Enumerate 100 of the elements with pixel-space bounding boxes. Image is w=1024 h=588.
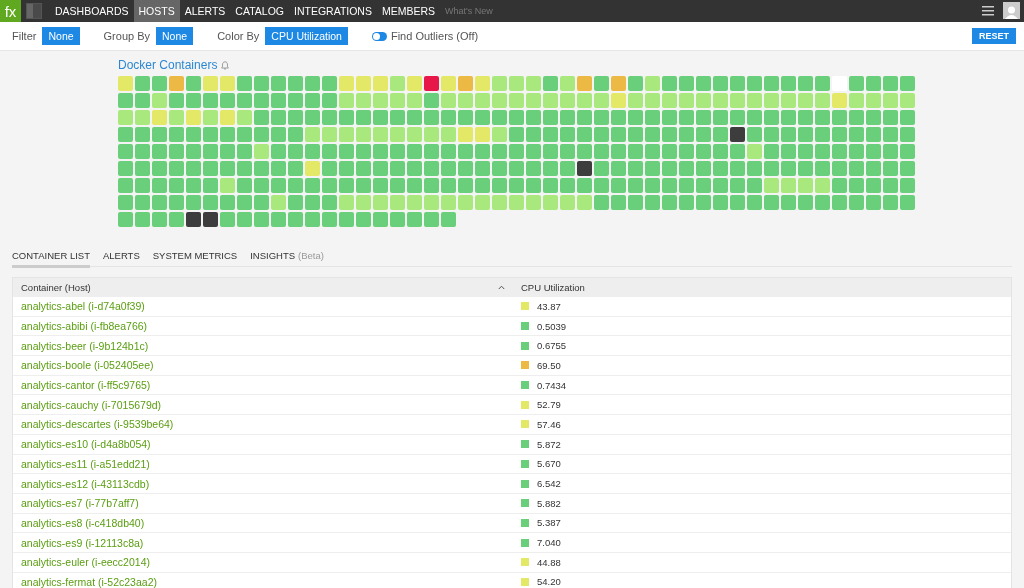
heatmap-cell[interactable] — [798, 144, 813, 159]
container-link[interactable]: analytics-euler (i-eecc2014) — [13, 556, 150, 569]
heatmap-cell[interactable] — [798, 110, 813, 125]
heatmap-cell[interactable] — [543, 110, 558, 125]
heatmap-cell[interactable] — [186, 93, 201, 108]
heatmap-cell[interactable] — [407, 127, 422, 142]
heatmap-cell[interactable] — [645, 178, 660, 193]
heatmap-cell[interactable] — [169, 178, 184, 193]
heatmap-cell[interactable] — [288, 195, 303, 210]
heatmap-cell[interactable] — [118, 127, 133, 142]
heatmap-cell[interactable] — [509, 161, 524, 176]
heatmap-cell[interactable] — [254, 161, 269, 176]
heatmap-cell[interactable] — [560, 195, 575, 210]
heatmap-cell[interactable] — [152, 110, 167, 125]
heatmap-cell[interactable] — [169, 127, 184, 142]
heatmap-cell[interactable] — [798, 76, 813, 91]
container-link[interactable]: analytics-es9 (i-12113c8a) — [13, 536, 144, 549]
heatmap-cell[interactable] — [849, 93, 864, 108]
heatmap-cell[interactable] — [594, 76, 609, 91]
heatmap-cell[interactable] — [611, 178, 626, 193]
heatmap-cell[interactable] — [475, 161, 490, 176]
heatmap-cell[interactable] — [339, 195, 354, 210]
heatmap-cell[interactable] — [628, 144, 643, 159]
heatmap-cell[interactable] — [441, 110, 456, 125]
heatmap-cell[interactable] — [866, 144, 881, 159]
heatmap-cell[interactable] — [203, 195, 218, 210]
heatmap-cell[interactable] — [390, 127, 405, 142]
heatmap-cell[interactable] — [458, 195, 473, 210]
reset-button[interactable]: RESET — [972, 28, 1016, 44]
heatmap-cell[interactable] — [526, 76, 541, 91]
heatmap-cell[interactable] — [135, 178, 150, 193]
heatmap-cell[interactable] — [356, 127, 371, 142]
heatmap-cell[interactable] — [526, 161, 541, 176]
heatmap-cell[interactable] — [747, 110, 762, 125]
heatmap-cell[interactable] — [543, 127, 558, 142]
heatmap-cell[interactable] — [543, 178, 558, 193]
heatmap-cell[interactable] — [577, 127, 592, 142]
heatmap-cell[interactable] — [645, 110, 660, 125]
heatmap-cell[interactable] — [628, 161, 643, 176]
heatmap-cell[interactable] — [560, 127, 575, 142]
heatmap-cell[interactable] — [509, 195, 524, 210]
heatmap-cell[interactable] — [713, 76, 728, 91]
heatmap-cell[interactable] — [577, 144, 592, 159]
heatmap-cell[interactable] — [356, 212, 371, 227]
heatmap-cell[interactable] — [458, 110, 473, 125]
heatmap-cell[interactable] — [747, 93, 762, 108]
heatmap-cell[interactable] — [645, 144, 660, 159]
heatmap-cell[interactable] — [322, 110, 337, 125]
column-header[interactable]: Container (Host) — [13, 278, 513, 296]
heatmap-cell[interactable] — [322, 212, 337, 227]
heatmap-cell[interactable] — [322, 76, 337, 91]
heatmap-cell[interactable] — [407, 144, 422, 159]
heatmap-cell[interactable] — [577, 93, 592, 108]
heatmap-cell[interactable] — [254, 76, 269, 91]
heatmap-cell[interactable] — [832, 178, 847, 193]
nav-tab[interactable]: DASHBOARDS — [50, 0, 134, 22]
heatmap-cell[interactable] — [628, 178, 643, 193]
heatmap-cell[interactable] — [458, 127, 473, 142]
heatmap-cell[interactable] — [730, 93, 745, 108]
avatar-icon[interactable] — [1003, 2, 1020, 19]
heatmap-cell[interactable] — [509, 110, 524, 125]
heatmap-cell[interactable] — [611, 76, 626, 91]
sidebar-icon[interactable] — [26, 3, 42, 19]
container-link[interactable]: analytics-abibi (i-fb8ea766) — [13, 320, 148, 333]
heatmap-cell[interactable] — [254, 144, 269, 159]
heatmap-cell[interactable] — [424, 178, 439, 193]
heatmap-cell[interactable] — [815, 195, 830, 210]
heatmap-cell[interactable] — [628, 93, 643, 108]
heatmap-cell[interactable] — [237, 127, 252, 142]
heatmap-cell[interactable] — [169, 93, 184, 108]
heatmap-cell[interactable] — [730, 161, 745, 176]
heatmap-cell[interactable] — [543, 161, 558, 176]
heatmap-cell[interactable] — [815, 110, 830, 125]
heatmap-cell[interactable] — [441, 161, 456, 176]
heatmap-cell[interactable] — [764, 110, 779, 125]
heatmap-cell[interactable] — [543, 76, 558, 91]
heatmap-cell[interactable] — [220, 76, 235, 91]
heatmap-cell[interactable] — [424, 144, 439, 159]
heatmap-cell[interactable] — [169, 161, 184, 176]
heatmap-cell[interactable] — [900, 110, 915, 125]
heatmap-cell[interactable] — [764, 144, 779, 159]
heatmap-cell[interactable] — [645, 93, 660, 108]
container-link[interactable]: analytics-es7 (i-77b7aff7) — [13, 497, 139, 510]
heatmap-cell[interactable] — [747, 127, 762, 142]
heatmap-cell[interactable] — [645, 127, 660, 142]
heatmap-cell[interactable] — [152, 127, 167, 142]
heatmap-cell[interactable] — [492, 93, 507, 108]
heatmap-cell[interactable] — [509, 178, 524, 193]
heatmap-cell[interactable] — [662, 178, 677, 193]
heatmap-cell[interactable] — [373, 76, 388, 91]
heatmap-cell[interactable] — [713, 93, 728, 108]
heatmap-cell[interactable] — [832, 127, 847, 142]
heatmap-cell[interactable] — [186, 195, 201, 210]
heatmap-cell[interactable] — [373, 144, 388, 159]
heatmap-cell[interactable] — [458, 76, 473, 91]
filter-button[interactable]: None — [156, 27, 194, 45]
heatmap-cell[interactable] — [849, 178, 864, 193]
heatmap-cell[interactable] — [186, 76, 201, 91]
heatmap-cell[interactable] — [611, 195, 626, 210]
heatmap-cell[interactable] — [458, 144, 473, 159]
